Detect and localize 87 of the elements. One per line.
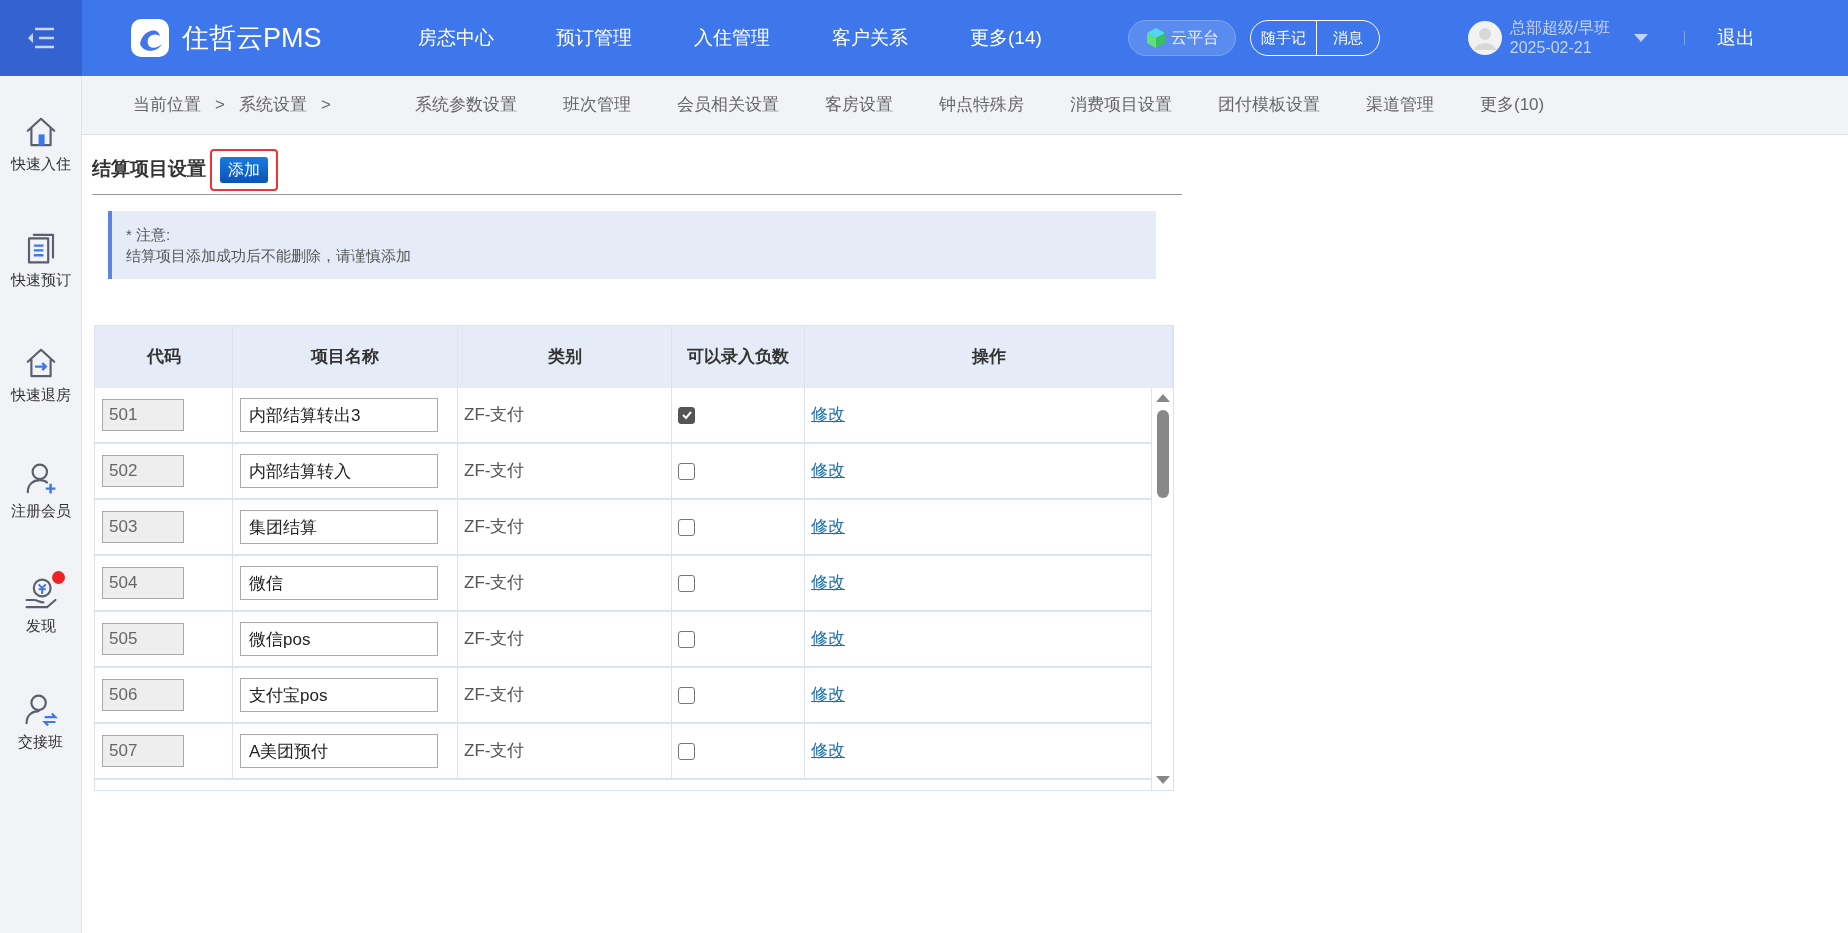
checkbox[interactable] — [678, 742, 695, 760]
sidebar-item[interactable]: 快速入住 — [2, 108, 79, 176]
category-text: ZF-支付 — [464, 628, 525, 651]
nav-link[interactable]: 更多(14) — [970, 23, 1042, 53]
notice-text: 结算项目添加成功后不能删除，请谨慎添加 — [126, 246, 412, 266]
edit-link[interactable]: 修改 — [811, 402, 845, 428]
breadcrumb-item: 系统设置 — [238, 94, 307, 117]
edit-link[interactable]: 修改 — [811, 682, 845, 708]
item-name-field[interactable]: 内部结算转出3 — [240, 398, 438, 432]
subnav-link[interactable]: 系统参数设置 — [415, 92, 517, 118]
scroll-down-icon[interactable] — [1155, 776, 1170, 784]
logout-link[interactable]: 退出 — [1717, 23, 1756, 53]
menu-icon — [26, 27, 56, 49]
cube-icon — [1144, 27, 1167, 49]
checkbox[interactable] — [678, 630, 695, 648]
column-header: 类别 — [458, 326, 672, 388]
checkbox[interactable] — [678, 686, 695, 704]
sidebar-item[interactable]: 交接班 — [10, 685, 71, 753]
column-header: 代码 — [95, 326, 233, 388]
check-icon — [680, 409, 693, 421]
subnav-link[interactable]: 团付模板设置 — [1218, 92, 1320, 118]
category-text: ZF-支付 — [464, 740, 525, 763]
scrollbar[interactable] — [1151, 388, 1173, 790]
subnav-link[interactable]: 会员相关设置 — [677, 92, 779, 118]
category-text: ZF-支付 — [464, 460, 525, 483]
column-header: 操作 — [805, 326, 1173, 388]
nav-link[interactable]: 入住管理 — [694, 23, 770, 53]
item-name-field[interactable]: 微信pos — [240, 622, 438, 656]
edit-link[interactable]: 修改 — [811, 626, 845, 652]
checkbox[interactable] — [678, 462, 695, 480]
login-date: 2025-02-21 — [1509, 38, 1593, 58]
checkbox[interactable] — [678, 518, 695, 536]
add-button[interactable]: 添加 — [220, 156, 268, 183]
avatar-icon — [1467, 21, 1502, 55]
edit-link[interactable]: 修改 — [811, 570, 845, 596]
item-name-field[interactable]: 内部结算转入 — [240, 454, 438, 488]
category-text: ZF-支付 — [464, 404, 525, 427]
category-text: ZF-支付 — [464, 684, 525, 707]
subnav-link[interactable]: 更多(10) — [1480, 92, 1545, 118]
item-name-field[interactable]: 微信 — [240, 566, 438, 600]
code-field[interactable]: 504 — [102, 567, 184, 599]
cloud-platform-button[interactable]: 云平台 — [1127, 20, 1236, 56]
caret-icon[interactable] — [1634, 34, 1649, 42]
logo-icon — [130, 18, 170, 58]
code-field[interactable]: 502 — [102, 455, 184, 487]
breadcrumb-item: 当前位置 — [133, 94, 201, 117]
code-field[interactable]: 505 — [102, 623, 184, 655]
scroll-up-icon[interactable] — [1155, 394, 1170, 402]
notice-title: * 注意: — [126, 225, 172, 245]
breadcrumb-separator: > — [320, 94, 331, 117]
item-name-field[interactable]: 集团结算 — [240, 510, 438, 544]
cloud-platform-label: 云平台 — [1170, 28, 1219, 48]
breadcrumb-separator: > — [215, 94, 225, 117]
brand-name: 住哲云PMS — [182, 21, 322, 55]
code-field[interactable]: 501 — [102, 399, 184, 431]
edit-link[interactable]: 修改 — [811, 514, 845, 540]
item-name-field[interactable]: A美团预付 — [240, 734, 438, 768]
subnav-link[interactable]: 钟点特殊房 — [939, 92, 1024, 118]
sidebar-item[interactable]: 注册会员 — [2, 454, 79, 522]
scroll-thumb[interactable] — [1156, 410, 1169, 498]
edit-link[interactable]: 修改 — [811, 458, 845, 484]
subnav-link[interactable]: 班次管理 — [563, 92, 631, 118]
subnav-link[interactable]: 消费项目设置 — [1070, 92, 1172, 118]
column-header: 项目名称 — [233, 326, 458, 388]
column-header: 可以录入负数 — [672, 326, 805, 388]
nav-link[interactable]: 客户关系 — [832, 23, 908, 53]
subnav-link[interactable]: 渠道管理 — [1366, 92, 1434, 118]
sidebar-item[interactable]: 快速预订 — [2, 223, 79, 291]
nav-link[interactable]: 房态中心 — [418, 23, 494, 53]
sidebar-item[interactable]: 快速退房 — [2, 339, 79, 407]
menu-toggle[interactable] — [0, 0, 82, 76]
edit-link[interactable]: 修改 — [811, 738, 845, 764]
user-name: 总部超级/早班 — [1509, 18, 1611, 38]
item-name-field[interactable]: 支付宝pos — [240, 678, 438, 712]
code-field[interactable]: 503 — [102, 511, 184, 543]
category-text: ZF-支付 — [464, 516, 525, 539]
sidebar-item[interactable]: 发现 — [14, 570, 67, 638]
checkbox[interactable] — [678, 574, 695, 592]
category-text: ZF-支付 — [464, 572, 525, 595]
nav-link[interactable]: 预订管理 — [556, 23, 632, 53]
code-field[interactable]: 506 — [102, 679, 184, 711]
quick-button[interactable]: 随手记 — [1250, 21, 1316, 55]
section-title: 结算项目设置 — [92, 157, 206, 182]
quick-button[interactable]: 消息 — [1315, 21, 1379, 55]
subnav-link[interactable]: 客房设置 — [825, 92, 893, 118]
checkbox[interactable] — [678, 406, 695, 424]
code-field[interactable]: 507 — [102, 735, 184, 767]
